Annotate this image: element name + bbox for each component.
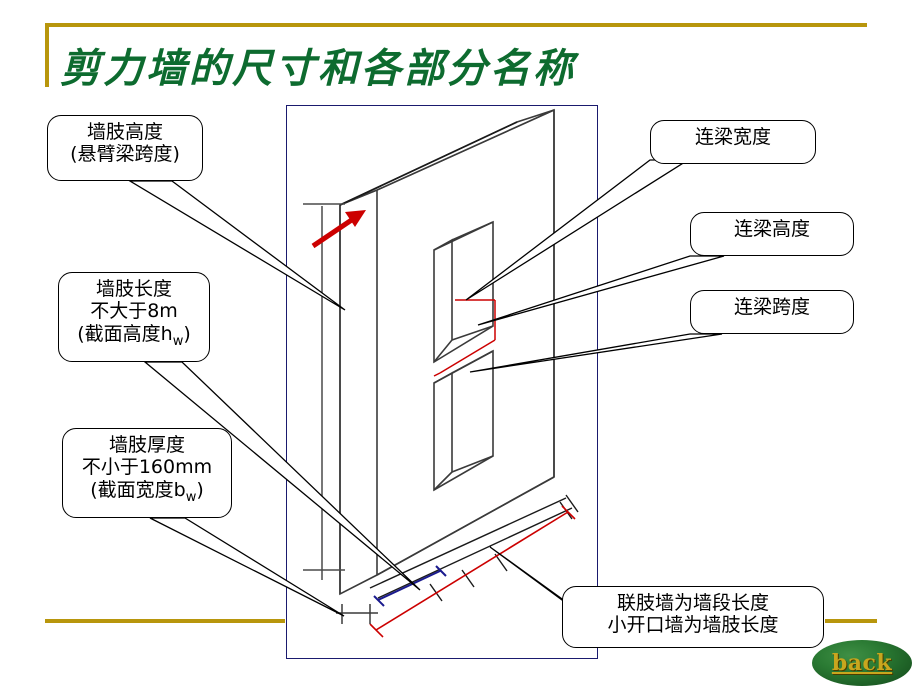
callout-leg-height-line1: 墙肢高度 [86,121,163,143]
diagram-frame [286,105,598,659]
callout-beam-width: 连梁宽度 [650,120,816,164]
callout-beam-height-line1: 连梁高度 [733,218,810,240]
slide-canvas: 剪力墙的尺寸和各部分名称 墙肢高度 (悬臂梁跨度) 墙肢长度 不大于8m (截面… [0,0,920,690]
callout-leg-thickness-line1: 墙肢厚度 [108,434,185,456]
bottom-right-accent-rule [825,619,877,623]
callout-leg-thickness-line3-sub: w [185,489,197,505]
callout-leg-length-line1: 墙肢长度 [95,278,172,300]
callout-wall-segment-line1: 联肢墙为墙段长度 [616,592,769,614]
callout-leg-thickness-line2: 不小于160mm [81,456,213,479]
callout-wall-segment: 联肢墙为墙段长度 小开口墙为墙肢长度 [562,586,824,648]
callout-leg-thickness-line3-pre: (截面宽度b [90,478,186,501]
callout-beam-height: 连梁高度 [690,212,854,256]
callout-wall-segment-line2: 小开口墙为墙肢长度 [607,614,779,637]
callout-leg-thickness-line3: (截面宽度bw) [73,479,221,505]
callout-leg-length: 墙肢长度 不大于8m (截面高度hw) [58,272,210,362]
back-button-label: back [831,650,893,676]
back-button[interactable]: back [812,640,912,686]
callout-leg-thickness-line3-post: ) [196,478,204,501]
callout-leg-thickness: 墙肢厚度 不小于160mm (截面宽度bw) [62,428,232,518]
page-title: 剪力墙的尺寸和各部分名称 [60,46,576,92]
left-accent-rule [45,23,49,87]
callout-beam-span-line1: 连梁跨度 [733,296,810,318]
callout-leg-length-line3: (截面高度hw) [69,323,199,349]
bottom-left-accent-rule [45,619,285,623]
callout-leg-height-line2: (悬臂梁跨度) [70,143,180,166]
callout-leg-length-line2: 不大于8m [90,300,178,323]
callout-leg-length-line3-sub: w [172,333,184,349]
callout-leg-length-line3-pre: (截面高度h [77,322,173,345]
callout-leg-height: 墙肢高度 (悬臂梁跨度) [47,115,203,181]
callout-leg-length-line3-post: ) [183,322,191,345]
top-accent-rule [45,23,867,27]
callout-beam-width-line1: 连梁宽度 [694,126,771,148]
callout-beam-span: 连梁跨度 [690,290,854,334]
